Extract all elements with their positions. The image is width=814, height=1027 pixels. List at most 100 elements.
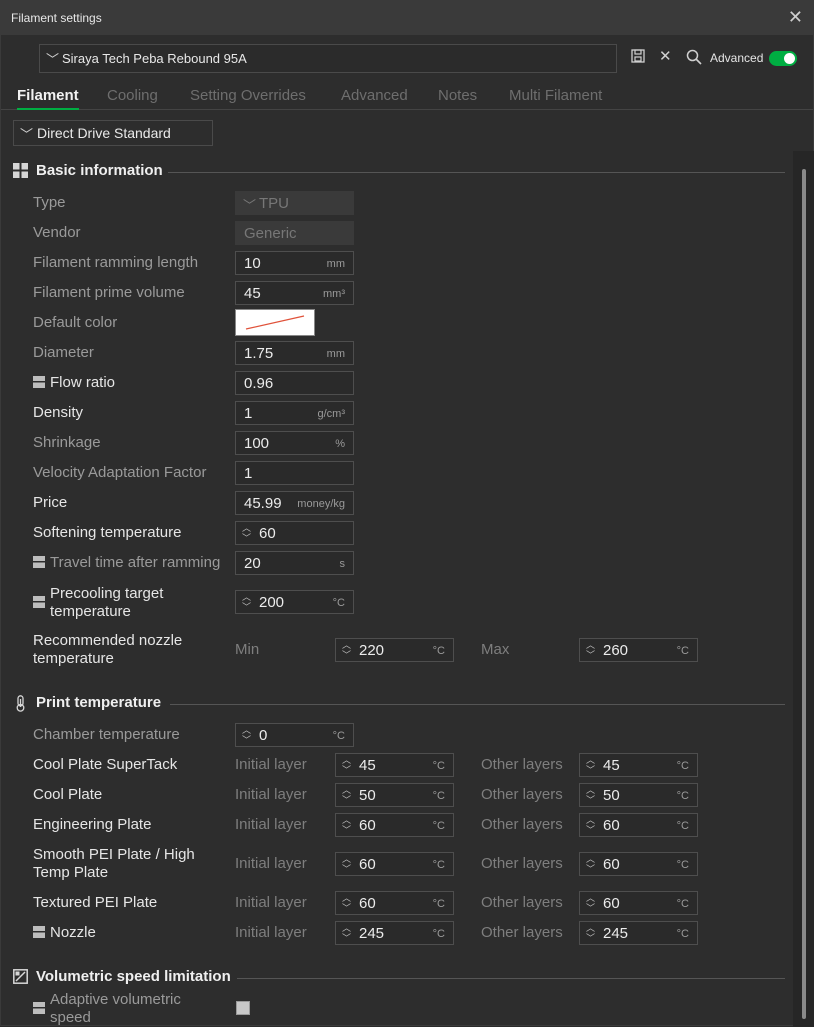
prime-volume-field[interactable]: 45 mm³ (235, 281, 354, 305)
close-icon[interactable]: ✕ (788, 7, 803, 28)
ramming-length-value: 10 (244, 255, 261, 272)
spinner-arrows-icon[interactable]: ︿ ﹀ (342, 785, 352, 805)
price-label: Price (33, 494, 68, 511)
softening-temp-value: 60 (259, 525, 276, 542)
tab-setting-overrides[interactable]: Setting Overrides (190, 87, 306, 104)
plate-label-line-2: Temp Plate (33, 864, 109, 881)
type-value: TPU (259, 195, 289, 212)
extruder-dropdown[interactable]: ﹀ Direct Drive Standard (13, 120, 213, 146)
spinner-arrows-icon[interactable]: ︿ ﹀ (586, 640, 596, 660)
nozzle-max-spinner[interactable]: ︿ ﹀ 260 °C (579, 638, 698, 662)
cool-plate-initial-spinner[interactable]: ︿ ﹀ 50 °C (335, 783, 454, 807)
spinner-arrows-icon[interactable]: ︿ ﹀ (242, 523, 252, 543)
section-volumetric-speed: Volumetric speed limitation (13, 968, 788, 988)
initial-layer-label: Initial layer (235, 756, 307, 773)
diameter-value: 1.75 (244, 345, 274, 362)
plate-label: Smooth PEI Plate / High Temp Plate (33, 846, 195, 882)
preset-name: Siraya Tech Peba Rebound 95A (62, 51, 247, 66)
nozzle-initial-spinner[interactable]: ︿ ﹀ 245 °C (335, 921, 454, 945)
travel-time-text: Travel time after ramming (50, 554, 221, 571)
chevron-down-icon: ﹀ (20, 127, 34, 142)
spinner-arrows-icon[interactable]: ︿ ﹀ (342, 755, 352, 775)
tab-multi-filament[interactable]: Multi Filament (509, 87, 602, 104)
spinner-arrows-icon[interactable]: ︿ ﹀ (342, 854, 352, 874)
smooth-pei-initial-spinner[interactable]: ︿ ﹀ 60 °C (335, 852, 454, 876)
smooth-pei-other-spinner[interactable]: ︿ ﹀ 60 °C (579, 852, 698, 876)
tab-advanced[interactable]: Advanced (341, 87, 408, 104)
flow-ratio-label: Flow ratio (33, 374, 115, 392)
section-title: Basic information (36, 162, 163, 179)
other-layers-label: Other layers (481, 894, 563, 911)
travel-time-field[interactable]: 20 s (235, 551, 354, 575)
speed-limit-icon (13, 969, 29, 985)
chamber-temp-spinner[interactable]: ︿ ﹀ 0 °C (235, 723, 354, 747)
unit-label: °C (332, 597, 345, 609)
tab-filament[interactable]: Filament (17, 87, 79, 110)
tab-notes[interactable]: Notes (438, 87, 477, 104)
flow-ratio-field[interactable]: 0.96 (235, 371, 354, 395)
textured-pei-initial-spinner[interactable]: ︿ ﹀ 60 °C (335, 891, 454, 915)
save-icon[interactable] (631, 49, 645, 67)
supertack-initial-spinner[interactable]: ︿ ﹀ 45 °C (335, 753, 454, 777)
temp-value: 45 (603, 757, 620, 774)
temp-value: 245 (603, 925, 629, 942)
plate-label-line-1: Smooth PEI Plate / High (33, 846, 195, 863)
engineering-other-spinner[interactable]: ︿ ﹀ 60 °C (579, 813, 698, 837)
spinner-arrows-icon[interactable]: ︿ ﹀ (342, 893, 352, 913)
engineering-initial-spinner[interactable]: ︿ ﹀ 60 °C (335, 813, 454, 837)
nozzle-icon (33, 376, 45, 388)
velocity-adaptation-field[interactable]: 1 (235, 461, 354, 485)
tab-bar: Filament Cooling Setting Overrides Advan… (1, 85, 813, 110)
adaptive-volumetric-checkbox[interactable] (236, 1001, 250, 1015)
spinner-arrows-icon[interactable]: ︿ ﹀ (342, 815, 352, 835)
temp-value: 60 (603, 817, 620, 834)
plate-label: Cool Plate (33, 786, 103, 803)
tab-cooling[interactable]: Cooling (107, 87, 158, 104)
ramming-length-field[interactable]: 10 mm (235, 251, 354, 275)
window-title: Filament settings (11, 11, 102, 25)
search-icon[interactable] (686, 49, 702, 69)
nozzle-other-spinner[interactable]: ︿ ﹀ 245 °C (579, 921, 698, 945)
diameter-label: Diameter (33, 344, 94, 361)
nozzle-min-spinner[interactable]: ︿ ﹀ 220 °C (335, 638, 454, 662)
spinner-arrows-icon[interactable]: ︿ ﹀ (342, 923, 352, 943)
textured-pei-other-spinner[interactable]: ︿ ﹀ 60 °C (579, 891, 698, 915)
supertack-other-spinner[interactable]: ︿ ﹀ 45 °C (579, 753, 698, 777)
color-swatch-button[interactable] (235, 309, 315, 336)
cool-plate-other-spinner[interactable]: ︿ ﹀ 50 °C (579, 783, 698, 807)
precooling-value: 200 (259, 594, 285, 611)
shrinkage-field[interactable]: 100 % (235, 431, 354, 455)
nozzle-icon (33, 926, 45, 938)
spinner-arrows-icon[interactable]: ︿ ﹀ (586, 893, 596, 913)
delete-preset-icon[interactable]: ✕ (659, 47, 672, 65)
scrollbar-thumb[interactable] (802, 169, 806, 1019)
unit-label: °C (432, 645, 445, 657)
spinner-arrows-icon[interactable]: ︿ ﹀ (586, 923, 596, 943)
preset-dropdown[interactable]: ﹀ Siraya Tech Peba Rebound 95A (39, 44, 617, 73)
title-bar: Filament settings ✕ (1, 1, 813, 35)
chamber-temp-value: 0 (259, 727, 268, 744)
spinner-arrows-icon[interactable]: ︿ ﹀ (586, 755, 596, 775)
spinner-arrows-icon[interactable]: ︿ ﹀ (242, 725, 252, 745)
density-field[interactable]: 1 g/cm³ (235, 401, 354, 425)
temp-value: 50 (359, 787, 376, 804)
spinner-arrows-icon[interactable]: ︿ ﹀ (242, 592, 252, 612)
spinner-arrows-icon[interactable]: ︿ ﹀ (586, 785, 596, 805)
unit-label: °C (332, 730, 345, 742)
spinner-arrows-icon[interactable]: ︿ ﹀ (586, 854, 596, 874)
diameter-field[interactable]: 1.75 mm (235, 341, 354, 365)
temp-value: 245 (359, 925, 385, 942)
unit-label: money/kg (297, 498, 345, 510)
thermometer-icon (13, 695, 29, 712)
nozzle-text: Nozzle (50, 924, 96, 941)
type-select[interactable]: ﹀ TPU (235, 191, 354, 215)
precooling-spinner[interactable]: ︿ ﹀ 200 °C (235, 590, 354, 614)
unit-label: °C (432, 820, 445, 832)
chamber-temp-label: Chamber temperature (33, 726, 180, 743)
spinner-arrows-icon[interactable]: ︿ ﹀ (342, 640, 352, 660)
price-field[interactable]: 45.99 money/kg (235, 491, 354, 515)
initial-layer-label: Initial layer (235, 924, 307, 941)
spinner-arrows-icon[interactable]: ︿ ﹀ (586, 815, 596, 835)
advanced-toggle[interactable] (769, 51, 797, 66)
softening-temp-spinner[interactable]: ︿ ﹀ 60 (235, 521, 354, 545)
